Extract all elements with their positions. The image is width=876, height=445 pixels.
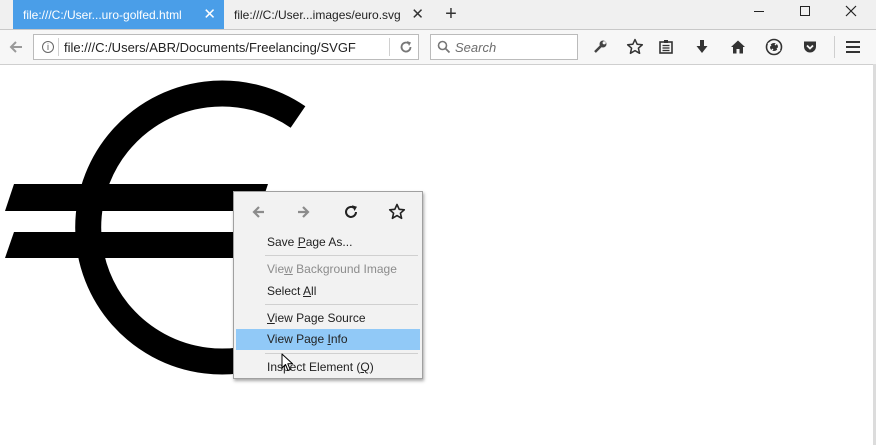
menu-separator <box>265 255 418 256</box>
menu-separator <box>265 304 418 305</box>
maximize-icon[interactable] <box>782 0 828 29</box>
pocket-icon[interactable] <box>800 37 820 57</box>
bookmark-star-icon[interactable] <box>625 37 645 57</box>
url-bar[interactable]: i file:///C:/Users/ABR/Documents/Freelan… <box>33 34 419 60</box>
minimize-icon[interactable] <box>736 0 782 29</box>
access-key: w <box>284 262 293 276</box>
navigation-toolbar: i file:///C:/Users/ABR/Documents/Freelan… <box>0 30 876 65</box>
label-part: ) <box>369 360 374 374</box>
menu-item-inspect-element[interactable]: Inspect Element (Q) <box>236 357 420 378</box>
search-icon <box>437 40 451 54</box>
access-key: P <box>297 235 306 249</box>
info-icon[interactable]: i <box>42 41 54 53</box>
menu-item-select-all[interactable]: Select All <box>236 281 420 302</box>
tab-title: file:///C:/User...images/euro.svg <box>234 7 401 22</box>
label-part: iew Page Source <box>274 311 366 325</box>
search-placeholder: Search <box>455 40 497 55</box>
tab-euro-golfed[interactable]: file:///C:/User...uro-golfed.html ✕ <box>13 0 224 29</box>
tab-euro-svg[interactable]: file:///C:/User...images/euro.svg ✕ <box>224 0 432 29</box>
close-tab-icon[interactable]: ✕ <box>411 7 424 22</box>
back-arrow-icon[interactable] <box>248 202 268 222</box>
access-key: A <box>303 284 312 298</box>
bookmark-star-icon[interactable] <box>387 202 407 222</box>
url-text[interactable]: file:///C:/Users/ABR/Documents/Freelanci… <box>64 40 364 55</box>
mouse-cursor-icon <box>281 353 293 371</box>
label-part: age As... <box>305 235 353 249</box>
tab-title: file:///C:/User...uro-golfed.html <box>23 7 182 22</box>
label-part: View Page <box>267 332 328 346</box>
plus-icon[interactable]: + <box>439 3 463 25</box>
label-part: Background Image <box>292 262 397 276</box>
access-key: Q <box>360 360 370 374</box>
close-icon[interactable] <box>828 0 874 29</box>
reading-list-icon[interactable] <box>656 37 676 57</box>
reload-icon[interactable] <box>398 39 414 55</box>
label-part: Save <box>267 235 298 249</box>
label-part: Select <box>267 284 304 298</box>
menu-icon[interactable] <box>843 37 863 57</box>
close-tab-icon[interactable]: ✕ <box>203 7 216 22</box>
menu-item-view-page-info[interactable]: View Page Info <box>236 329 420 350</box>
back-icon[interactable] <box>6 37 26 57</box>
menu-item-view-page-source[interactable]: View Page Source <box>236 308 420 329</box>
reload-icon[interactable] <box>341 202 361 222</box>
home-icon[interactable] <box>728 37 748 57</box>
menu-item-save-page-as[interactable]: Save Page As... <box>236 232 420 253</box>
tab-strip: file:///C:/User...uro-golfed.html ✕ file… <box>0 0 876 30</box>
label-part: Vie <box>267 262 285 276</box>
label-part: ll <box>311 284 317 298</box>
forward-arrow-icon[interactable] <box>294 202 314 222</box>
menu-item-view-background-image: View Background Image <box>236 259 420 280</box>
toolbar-divider <box>834 36 835 58</box>
access-key: V <box>267 311 275 325</box>
url-divider <box>58 38 59 56</box>
search-box[interactable]: Search <box>430 34 578 60</box>
context-menu: Save Page As... View Background Image Se… <box>233 191 423 379</box>
download-icon[interactable] <box>692 37 712 57</box>
sync-icon[interactable] <box>764 37 784 57</box>
wrench-icon[interactable] <box>590 37 610 57</box>
label-part: nfo <box>330 332 348 346</box>
url-divider <box>389 38 390 56</box>
